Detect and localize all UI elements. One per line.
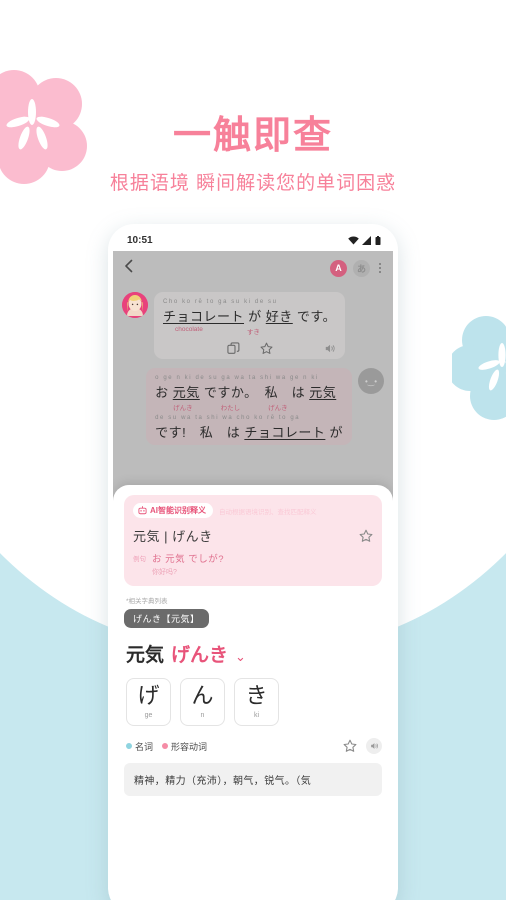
- kana-character: げ: [137, 683, 160, 708]
- definition-text: 精神，精力（充沛），朝气，锐气。（気: [124, 763, 382, 796]
- kana-card-list: げ ge ん n き ki: [124, 678, 382, 726]
- avatar: •‿•: [358, 368, 384, 394]
- ai-example-chinese: 你好吗?: [152, 569, 177, 576]
- kana-romaji: ki: [253, 712, 260, 719]
- ai-badge: AI智能识别释义: [133, 503, 213, 518]
- tag-dot-icon: [162, 743, 169, 749]
- gloss-suki: すき: [246, 329, 260, 336]
- chat-message-incoming: Cho ko rē to ga su ki de su チョコレート が 好き …: [122, 292, 384, 359]
- ai-robot-icon: [138, 506, 147, 515]
- speaker-button[interactable]: [366, 738, 382, 754]
- entry-kanji: 元気: [126, 645, 165, 666]
- definition-bottom-sheet: AI智能识别释义 自动根据语境识别、查找匹配释义 元気 | げんき 例句 お 元…: [113, 485, 393, 900]
- furigana-row: げんき わたし げんき: [155, 402, 343, 412]
- status-bar: 10:51: [113, 229, 393, 251]
- star-icon[interactable]: [343, 739, 357, 753]
- ai-example-body: お 元気 でしが? 你好吗?: [152, 551, 224, 577]
- star-icon[interactable]: [260, 342, 273, 355]
- japanese-line: お 元気 ですか。 私 は 元気: [155, 385, 337, 400]
- page-title: 一触即查: [172, 115, 333, 157]
- kana-character: ん: [191, 683, 214, 708]
- entry-title: 元気 げんき ⌄: [124, 640, 382, 667]
- page-root: 一触即查 根据语境 瞬间解读您的单词困惑 10:51 A あ Cho ko rē…: [0, 0, 506, 900]
- entry-kana: げんき: [171, 645, 229, 666]
- furigana-watashi: わたし: [220, 405, 241, 412]
- tag-noun: 名词: [126, 740, 153, 753]
- romaji-line: o ge n ki de su ga wa ta shi wa ge n ki: [155, 375, 319, 381]
- more-vertical-icon[interactable]: [376, 263, 384, 273]
- japanese-line: チョコレート が 好き です。: [163, 309, 337, 324]
- chat-area: Cho ko rē to ga su ki de su チョコレート が 好き …: [113, 285, 393, 505]
- speaker-icon: [371, 743, 378, 749]
- romaji-line: de su wa ta shi wa cho ko rē to ga: [155, 415, 301, 421]
- ai-example: 例句 お 元気 でしが? 你好吗?: [133, 551, 373, 577]
- wifi-icon: [348, 235, 359, 244]
- status-icons: [348, 235, 381, 245]
- speaker-icon[interactable]: [323, 342, 336, 355]
- tag-label: 形容动词: [171, 741, 208, 752]
- signal-icon: [362, 235, 371, 245]
- ai-example-japanese: お 元気 でしが?: [152, 554, 225, 565]
- furigana-genki-2: げんき: [268, 405, 288, 412]
- battery-icon: [375, 235, 381, 245]
- avatar: [122, 292, 148, 318]
- chat-bubble[interactable]: o ge n ki de su ga wa ta shi wa ge n ki …: [146, 368, 352, 445]
- chat-message-outgoing: o ge n ki de su ga wa ta shi wa ge n ki …: [122, 368, 384, 445]
- page-subtitle: 根据语境 瞬间解读您的单词困惑: [109, 173, 397, 194]
- ai-word-row: 元気 | げんき: [133, 526, 373, 545]
- chat-bubble[interactable]: Cho ko rē to ga su ki de su チョコレート が 好き …: [154, 292, 346, 359]
- ai-definition-card: AI智能识别释义 自动根据语境识别、查找匹配释义 元気 | げんき 例句 お 元…: [124, 495, 382, 586]
- app-toolbar: A あ: [113, 251, 393, 285]
- kana-character: き: [245, 683, 268, 708]
- romaji-line: Cho ko rē to ga su ki de su: [163, 299, 278, 305]
- kana-card[interactable]: ん n: [180, 678, 225, 726]
- part-of-speech-tags: 名词 形容动词: [124, 738, 382, 754]
- phone-screen: 10:51 A あ Cho ko rē to ga su ki de su チョ…: [113, 229, 393, 900]
- ai-badge-label: AI智能识别释义: [150, 506, 206, 515]
- gloss-row: chocolate すき: [163, 326, 336, 336]
- tag-label: 名词: [135, 741, 154, 752]
- chevron-left-icon: [125, 259, 133, 272]
- language-toggle-latin-button[interactable]: A: [330, 259, 347, 277]
- tag-na-adjective: 形容动词: [162, 740, 207, 753]
- kana-romaji: ge: [144, 712, 153, 719]
- ai-badge-subtitle: 自动根据语境识别、查找匹配释义: [219, 508, 317, 516]
- status-time: 10:51: [127, 234, 153, 246]
- tag-dot-icon: [126, 743, 132, 749]
- kana-romaji: n: [200, 712, 205, 719]
- ai-card-header: AI智能识别释义 自动根据语境识别、查找匹配释义: [133, 503, 373, 518]
- japanese-line: です! 私 は チョコレート が: [155, 425, 343, 440]
- language-toggle-japanese-button[interactable]: あ: [353, 259, 370, 277]
- chevron-down-icon[interactable]: ⌄: [235, 649, 246, 665]
- ai-word: 元気 | げんき: [133, 529, 213, 544]
- gloss-chocolate: chocolate: [175, 326, 203, 333]
- kana-card[interactable]: げ ge: [126, 678, 171, 726]
- copy-icon[interactable]: [226, 342, 240, 355]
- dictionary-chip[interactable]: げんき【元気】: [124, 609, 209, 628]
- kana-card[interactable]: き ki: [234, 678, 279, 726]
- phone-mockup: 10:51 A あ Cho ko rē to ga su ki de su チョ…: [108, 224, 398, 900]
- ai-example-tag: 例句: [133, 556, 146, 563]
- related-dictionary-label: *相关字典列表: [126, 598, 168, 605]
- furigana-genki-1: げんき: [173, 405, 193, 412]
- bubble-actions: [163, 342, 336, 355]
- star-icon[interactable]: [359, 529, 373, 543]
- back-button[interactable]: [123, 259, 135, 278]
